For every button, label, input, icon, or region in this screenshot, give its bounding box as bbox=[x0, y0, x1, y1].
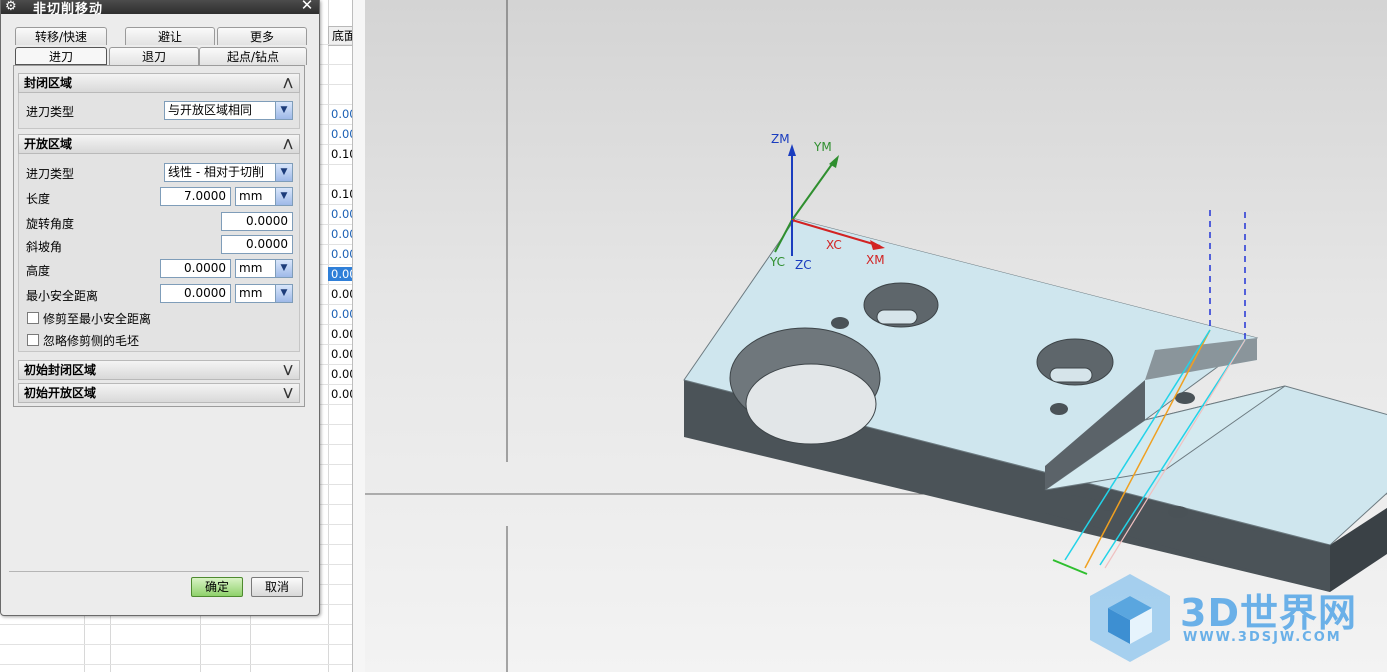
tab-engage[interactable]: 进刀 bbox=[15, 47, 107, 65]
initial-open-title: 初始开放区域 bbox=[24, 386, 97, 400]
rotation-input[interactable]: 0.0000 bbox=[221, 212, 293, 231]
chevron-up-icon[interactable]: ⋀ bbox=[280, 75, 296, 91]
sheet-row-line bbox=[0, 644, 352, 645]
rotation-label: 旋转角度 bbox=[26, 217, 75, 231]
cancel-button[interactable]: 取消 bbox=[251, 577, 303, 597]
slot-hole-2-inner bbox=[1049, 367, 1093, 383]
closed-region-header[interactable]: 封闭区域 ⋀ bbox=[18, 73, 300, 93]
ramp-angle-input[interactable]: 0.0000 bbox=[221, 235, 293, 254]
closed-approach-type-dropdown[interactable]: 与开放区域相同 ▼ bbox=[164, 101, 293, 120]
small-hole bbox=[1175, 392, 1195, 404]
small-hole bbox=[1168, 506, 1188, 518]
height-label: 高度 bbox=[26, 264, 51, 278]
initial-closed-title: 初始封闭区域 bbox=[24, 363, 97, 377]
chevron-down-icon[interactable]: ▼ bbox=[275, 285, 292, 302]
dialog-titlebar[interactable]: ⚙ 非切削移动 ✕ bbox=[1, 0, 319, 17]
sheet-row-line bbox=[0, 664, 352, 665]
ok-button[interactable]: 确定 bbox=[191, 577, 243, 597]
ignore-checkbox-label: 忽略修剪侧的毛坯 bbox=[43, 334, 140, 348]
closed-region-body: 进刀类型 与开放区域相同 ▼ bbox=[18, 93, 300, 129]
xm-label: XM bbox=[866, 253, 885, 267]
length-input[interactable]: 7.0000 bbox=[160, 187, 231, 206]
min-clearance-label: 最小安全距离 bbox=[26, 289, 99, 303]
trim-to-min-clearance-checkbox[interactable] bbox=[27, 312, 39, 324]
tab-more[interactable]: 更多 bbox=[217, 27, 307, 45]
chevron-up-icon[interactable]: ⋀ bbox=[280, 136, 296, 152]
watermark-logo: 3D世界网 WWW.3DSJW.COM bbox=[1084, 570, 1384, 666]
chevron-down-icon[interactable]: ▼ bbox=[275, 102, 292, 119]
cube-logo-icon bbox=[1090, 574, 1170, 662]
min-clearance-input[interactable]: 0.0000 bbox=[160, 284, 231, 303]
height-unit-dropdown[interactable]: mm ▼ bbox=[235, 259, 293, 278]
small-hole bbox=[1050, 403, 1068, 415]
dropdown-value: 与开放区域相同 bbox=[168, 103, 253, 117]
dropdown-value: mm bbox=[239, 261, 263, 275]
tab-retract[interactable]: 退刀 bbox=[109, 47, 199, 65]
ignore-blank-checkbox[interactable] bbox=[27, 334, 39, 346]
zc-label: ZC bbox=[795, 258, 812, 272]
approach-type-label: 进刀类型 bbox=[26, 167, 75, 181]
open-region-header[interactable]: 开放区域 ⋀ bbox=[18, 134, 300, 154]
divider bbox=[9, 571, 309, 572]
dropdown-value: mm bbox=[239, 286, 263, 300]
non-cutting-moves-dialog: ⚙ 非切削移动 ✕ 转移/快速 避让 更多 进刀 退刀 起点/钻点 封闭区域 ⋀… bbox=[0, 0, 320, 616]
chevron-down-icon[interactable]: ▼ bbox=[275, 164, 292, 181]
yc-label: YC bbox=[769, 255, 785, 269]
ym-axis bbox=[791, 159, 836, 221]
engage-path bbox=[1052, 559, 1088, 575]
open-region-title: 开放区域 bbox=[24, 137, 73, 151]
chevron-down-icon[interactable]: ▼ bbox=[275, 188, 292, 205]
sheet-cell[interactable]: 0.00 bbox=[328, 267, 357, 281]
trim-checkbox-label: 修剪至最小安全距离 bbox=[43, 312, 152, 326]
dropdown-value: mm bbox=[239, 189, 263, 203]
tab-start-drill-points[interactable]: 起点/钻点 bbox=[199, 47, 307, 65]
close-icon[interactable]: ✕ bbox=[298, 0, 316, 13]
small-hole bbox=[831, 317, 849, 329]
dialog-title: 非切削移动 bbox=[33, 2, 104, 17]
large-bore-bottom bbox=[745, 363, 877, 445]
chevron-down-icon[interactable]: ⋁ bbox=[280, 385, 296, 401]
approach-type-label: 进刀类型 bbox=[26, 105, 75, 119]
watermark-url: WWW.3DSJW.COM bbox=[1183, 630, 1342, 645]
xc-label: XC bbox=[826, 238, 842, 252]
slot-hole-inner bbox=[876, 309, 918, 325]
zm-label: ZM bbox=[771, 132, 790, 146]
dropdown-value: 线性 - 相对于切削 bbox=[168, 165, 264, 179]
height-input[interactable]: 0.0000 bbox=[160, 259, 231, 278]
length-unit-dropdown[interactable]: mm ▼ bbox=[235, 187, 293, 206]
ramp-angle-label: 斜坡角 bbox=[26, 240, 63, 254]
chevron-down-icon[interactable]: ▼ bbox=[275, 260, 292, 277]
tab-transfer-rapid[interactable]: 转移/快速 bbox=[15, 27, 107, 45]
length-label: 长度 bbox=[26, 192, 51, 206]
closed-region-title: 封闭区域 bbox=[24, 76, 73, 90]
sheet-row-line bbox=[0, 624, 352, 625]
initial-open-region-header[interactable]: 初始开放区域 ⋁ bbox=[18, 383, 300, 403]
open-region-body: 进刀类型 线性 - 相对于切削 ▼ 长度 7.0000 mm ▼ 旋转角度 0.… bbox=[18, 154, 300, 352]
open-approach-type-dropdown[interactable]: 线性 - 相对于切削 ▼ bbox=[164, 163, 293, 182]
watermark-text: 3D世界网 bbox=[1180, 591, 1357, 635]
scrollbar[interactable] bbox=[352, 0, 366, 672]
ym-label: YM bbox=[813, 140, 832, 154]
engage-panel: 封闭区域 ⋀ 进刀类型 与开放区域相同 ▼ 开放区域 ⋀ 进刀类型 线性 - 相… bbox=[13, 65, 305, 407]
grid-line bbox=[328, 0, 329, 672]
min-clearance-unit-dropdown[interactable]: mm ▼ bbox=[235, 284, 293, 303]
tab-avoidance[interactable]: 避让 bbox=[125, 27, 215, 45]
chevron-down-icon[interactable]: ⋁ bbox=[280, 362, 296, 378]
initial-closed-region-header[interactable]: 初始封闭区域 ⋁ bbox=[18, 360, 300, 380]
gear-icon: ⚙ bbox=[5, 0, 17, 14]
